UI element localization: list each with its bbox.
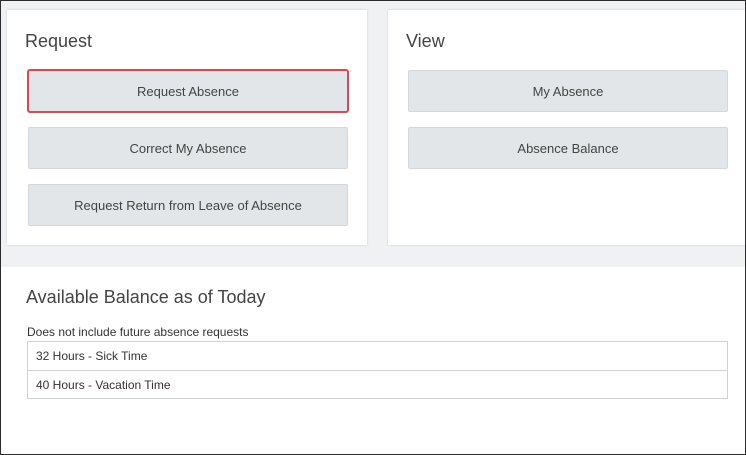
- view-card: View My Absence Absence Balance: [388, 10, 745, 245]
- available-balance-title: Available Balance as of Today: [26, 287, 266, 307]
- app-frame: Request Request Absence Correct My Absen…: [0, 0, 746, 455]
- request-card: Request Request Absence Correct My Absen…: [7, 10, 367, 245]
- correct-my-absence-button[interactable]: Correct My Absence: [28, 127, 348, 169]
- request-card-title: Request: [25, 31, 93, 51]
- balance-list: 32 Hours - Sick Time 40 Hours - Vacation…: [27, 341, 728, 399]
- request-absence-button[interactable]: Request Absence: [27, 69, 349, 113]
- my-absence-button[interactable]: My Absence: [408, 70, 728, 112]
- balance-note: Does not include future absence requests: [27, 325, 249, 339]
- request-return-from-leave-button[interactable]: Request Return from Leave of Absence: [28, 184, 348, 226]
- list-item: 32 Hours - Sick Time: [36, 349, 148, 363]
- view-card-title: View: [406, 31, 445, 51]
- available-balance-card: Available Balance as of Today Does not i…: [1, 267, 745, 454]
- absence-balance-button[interactable]: Absence Balance: [408, 127, 728, 169]
- list-item: 40 Hours - Vacation Time: [28, 370, 727, 398]
